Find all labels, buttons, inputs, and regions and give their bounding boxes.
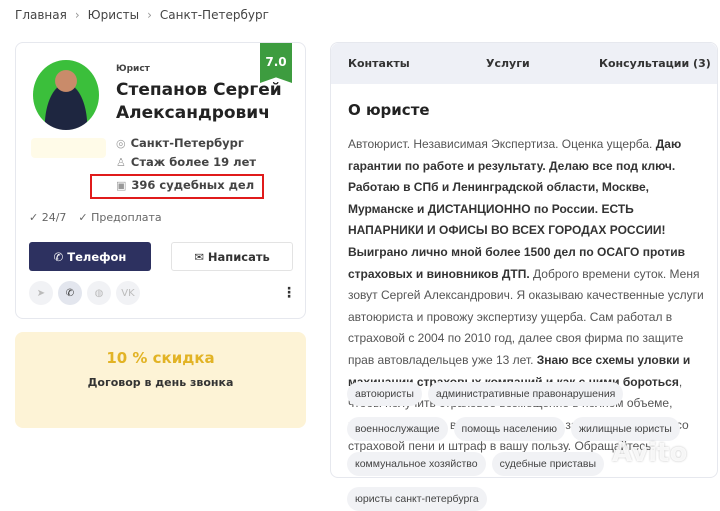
- tab-bar: Контакты Услуги Консультации (3): [331, 43, 717, 84]
- tab-contacts[interactable]: Контакты: [348, 57, 410, 70]
- tag[interactable]: автоюристы: [347, 382, 422, 406]
- phone-label: Телефон: [67, 249, 127, 264]
- check-icon: ✓: [29, 211, 42, 224]
- breadcrumb: Главная › Юристы › Санкт-Петербург: [15, 8, 269, 22]
- feature-item: ✓ 24/7: [29, 211, 66, 224]
- city-text: Санкт-Петербург: [130, 136, 244, 150]
- feature-item: ✓ Предоплата: [78, 211, 161, 224]
- name-line-1: Степанов Сергей: [116, 80, 282, 100]
- city: ◎ Санкт-Петербург: [116, 136, 244, 150]
- globe-icon[interactable]: ◍: [87, 281, 111, 305]
- experience-text: Стаж более 19 лет: [130, 155, 257, 169]
- breadcrumb-home[interactable]: Главная: [15, 8, 67, 22]
- bell-icon: ♙: [116, 155, 126, 169]
- experience: ♙ Стаж более 19 лет: [116, 155, 256, 169]
- badge-placeholder: [31, 138, 106, 158]
- chevron-right-icon: ›: [74, 8, 80, 22]
- promo-subtitle: Договор в день звонка: [87, 376, 234, 389]
- feature-text: Предоплата: [91, 211, 162, 224]
- telegram-icon[interactable]: ➤: [29, 281, 53, 305]
- tag[interactable]: судебные приставы: [491, 452, 604, 476]
- tag[interactable]: военнослужащие: [347, 417, 448, 441]
- phone-button[interactable]: ✆ Телефон: [29, 242, 151, 271]
- section-title: О юристе: [348, 101, 430, 119]
- whatsapp-icon[interactable]: ✆: [58, 281, 82, 305]
- check-icon: ✓: [78, 211, 92, 224]
- more-icon[interactable]: ⋮: [282, 285, 296, 301]
- rating-badge: 7.0: [260, 43, 292, 83]
- promo-title: 10 % скидка: [106, 349, 215, 367]
- breadcrumb-city[interactable]: Санкт-Петербург: [160, 8, 269, 22]
- features: ✓ 24/7 ✓ Предоплата: [29, 211, 162, 224]
- tab-services[interactable]: Услуги: [486, 57, 530, 70]
- lawyer-name: Степанов Сергей Александрович: [116, 79, 282, 125]
- tag[interactable]: помощь населению: [453, 417, 566, 441]
- chevron-right-icon: ›: [147, 8, 152, 22]
- role-label: Юрист: [116, 64, 150, 74]
- tag[interactable]: административные правонарушения: [427, 382, 624, 406]
- tab-consultations[interactable]: Консультации (3): [599, 57, 711, 70]
- write-button[interactable]: ✉ Написать: [171, 242, 293, 271]
- name-line-2: Александрович: [116, 103, 270, 123]
- highlight-box: [90, 174, 264, 199]
- profile-card: Юрист Степанов Сергей Александрович 7.0 ◎…: [15, 42, 306, 319]
- promo-box: 10 % скидка Договор в день звонка: [15, 332, 306, 428]
- tag[interactable]: юристы санкт-петербурга: [347, 487, 487, 511]
- avatar: [33, 60, 99, 130]
- feature-text: 24/7: [41, 211, 67, 224]
- avito-watermark: Avito: [612, 438, 688, 468]
- vk-icon[interactable]: VK: [116, 281, 140, 305]
- location-icon: ◎: [116, 136, 126, 150]
- text-segment: Автоюрист. Независимая Экспертиза. Оценк…: [348, 137, 656, 151]
- tag[interactable]: коммунальное хозяйство: [347, 452, 486, 476]
- write-label: Написать: [207, 249, 270, 264]
- breadcrumb-lawyers[interactable]: Юристы: [88, 8, 139, 22]
- text-segment-bold: Даю гарантии по работе и результату. Дел…: [348, 137, 685, 281]
- phone-icon: ✆: [53, 249, 64, 264]
- text-segment: Доброго времени суток. Меня зовут Сергей…: [348, 266, 704, 367]
- mail-icon: ✉: [194, 249, 204, 264]
